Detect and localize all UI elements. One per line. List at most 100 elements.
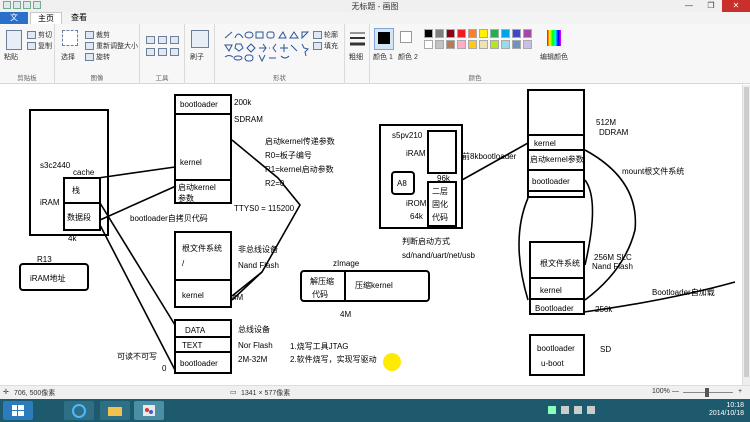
fill-button[interactable]: 填充: [313, 41, 338, 51]
palette-swatch[interactable]: [479, 40, 488, 49]
rotate-icon: [85, 53, 94, 61]
label-irom: iROM: [406, 199, 427, 208]
zoom-out-button[interactable]: —: [672, 388, 679, 395]
ie-icon[interactable]: [64, 401, 94, 420]
outline-button[interactable]: 轮廓: [313, 30, 338, 40]
label-slc-bootloader: Bootloader: [535, 304, 574, 313]
brush-icon[interactable]: [191, 30, 209, 48]
eraser-icon[interactable]: [146, 48, 155, 56]
label-nor-size: 2M-32M: [238, 355, 268, 364]
canvas-size: 1341 × 577像素: [241, 390, 291, 397]
edit-colors-icon[interactable]: [547, 30, 561, 46]
palette-swatch[interactable]: [446, 40, 455, 49]
pencil-icon[interactable]: [146, 36, 155, 44]
palette-swatch[interactable]: [424, 40, 433, 49]
palette-swatch[interactable]: [490, 29, 499, 38]
shape-gallery[interactable]: [223, 30, 311, 64]
label-sdram-kernel: kernel: [180, 158, 202, 167]
scroll-thumb[interactable]: [744, 87, 749, 377]
brushes-button[interactable]: 刷子: [190, 52, 204, 62]
vertical-scrollbar[interactable]: [742, 85, 750, 385]
palette-swatch[interactable]: [457, 29, 466, 38]
label-fixed-2: 固化: [432, 199, 448, 209]
magnifier-icon[interactable]: [170, 48, 179, 56]
clock[interactable]: 10:18 2014/10/18: [709, 402, 744, 418]
palette-swatch[interactable]: [512, 29, 521, 38]
volume-icon[interactable]: [574, 406, 582, 414]
palette-swatch[interactable]: [501, 40, 510, 49]
color1-selector[interactable]: [374, 28, 394, 50]
label-r0: R0=板子编号: [265, 150, 312, 160]
tray-icons: [548, 406, 643, 415]
palette-swatch[interactable]: [468, 40, 477, 49]
label-r13: R13: [37, 255, 52, 264]
start-button[interactable]: [3, 401, 33, 420]
maximize-button[interactable]: ❐: [700, 0, 722, 12]
rotate-button[interactable]: 旋转: [85, 52, 110, 62]
select-button[interactable]: 选择: [61, 52, 75, 62]
color2-swatch[interactable]: [400, 31, 412, 43]
paste-icon[interactable]: [6, 30, 22, 50]
palette-swatch[interactable]: [468, 29, 477, 38]
palette-swatch[interactable]: [457, 40, 466, 49]
drawing-canvas[interactable]: s3c2440 cache iRAM 栈 数据段 4k R13 iRAM地址 b…: [0, 85, 742, 385]
color1-swatch: [378, 32, 390, 44]
select-icon[interactable]: [62, 30, 78, 46]
paint-taskbar-icon[interactable]: [134, 401, 164, 420]
label-sd: SD: [600, 345, 611, 354]
network-icon[interactable]: [561, 406, 569, 414]
palette-swatch[interactable]: [479, 29, 488, 38]
resize-button[interactable]: 重新调整大小: [85, 41, 138, 51]
cut-button[interactable]: 剪切: [27, 30, 52, 40]
title-bar: 无标题 - 画图 — ❐ ✕: [0, 0, 750, 12]
paste-button[interactable]: 粘贴: [4, 52, 18, 62]
palette-swatch[interactable]: [512, 40, 521, 49]
zoom-slider-thumb[interactable]: [705, 388, 709, 397]
explorer-icon[interactable]: [100, 401, 130, 420]
palette-swatch[interactable]: [523, 29, 532, 38]
label-start-kernel: 启动kernel: [178, 182, 216, 192]
palette-swatch[interactable]: [424, 29, 433, 38]
s5pv210-iram-box: [427, 130, 457, 174]
resize-icon: [85, 42, 94, 50]
fill-bucket-icon[interactable]: [158, 36, 167, 44]
label-decompress: 解压缩: [310, 276, 334, 286]
label-slc-rootfs: 根文件系统: [540, 258, 580, 268]
crop-icon: [85, 31, 94, 39]
palette-swatch[interactable]: [435, 29, 444, 38]
tab-file[interactable]: 文件: [0, 12, 28, 34]
palette-swatch[interactable]: [490, 40, 499, 49]
label-slc-256k: 256k: [595, 305, 613, 314]
color-picker-icon[interactable]: [158, 48, 167, 56]
label-code: 代码: [312, 289, 328, 299]
tab-home[interactable]: 主页: [30, 12, 62, 24]
palette-swatch[interactable]: [523, 40, 532, 49]
image-caption: 图像: [90, 75, 104, 82]
outline-icon: [313, 31, 322, 39]
palette-swatch[interactable]: [435, 40, 444, 49]
tray-icon[interactable]: [548, 406, 556, 414]
label-ddram-start-kernel: 启动kernel参数: [530, 154, 584, 164]
text-tool-icon[interactable]: [170, 36, 179, 44]
palette-swatch[interactable]: [446, 29, 455, 38]
edit-colors-button[interactable]: 编辑颜色: [540, 52, 568, 62]
label-boot-devices: sd/nand/uart/net/usb: [402, 251, 475, 260]
status-bar: ✛ 706, 500像素 ▭ 1341 × 577像素 100% — +: [0, 385, 750, 399]
crop-button[interactable]: 裁剪: [85, 30, 110, 40]
line-width-icon[interactable]: [349, 30, 366, 48]
label-readonly: 可读不可写: [117, 351, 157, 361]
palette-swatch[interactable]: [501, 29, 510, 38]
label-r1: R1=kernel启动参数: [265, 164, 334, 174]
minimize-button[interactable]: —: [678, 0, 700, 12]
tab-view[interactable]: 查看: [64, 12, 94, 24]
size-button[interactable]: 粗细: [349, 52, 363, 62]
copy-button[interactable]: 复制: [27, 41, 52, 51]
cursor-icon: ✛: [3, 389, 9, 396]
zoom-in-button[interactable]: +: [738, 388, 742, 395]
label-chip: s3c2440: [40, 161, 71, 170]
canvas-size-icon: ▭: [230, 389, 237, 396]
close-button[interactable]: ✕: [722, 0, 750, 12]
canvas-drawing: s3c2440 cache iRAM 栈 数据段 4k R13 iRAM地址 b…: [19, 89, 736, 376]
flag-icon[interactable]: [587, 406, 595, 414]
size-group: 粗细: [345, 24, 370, 84]
